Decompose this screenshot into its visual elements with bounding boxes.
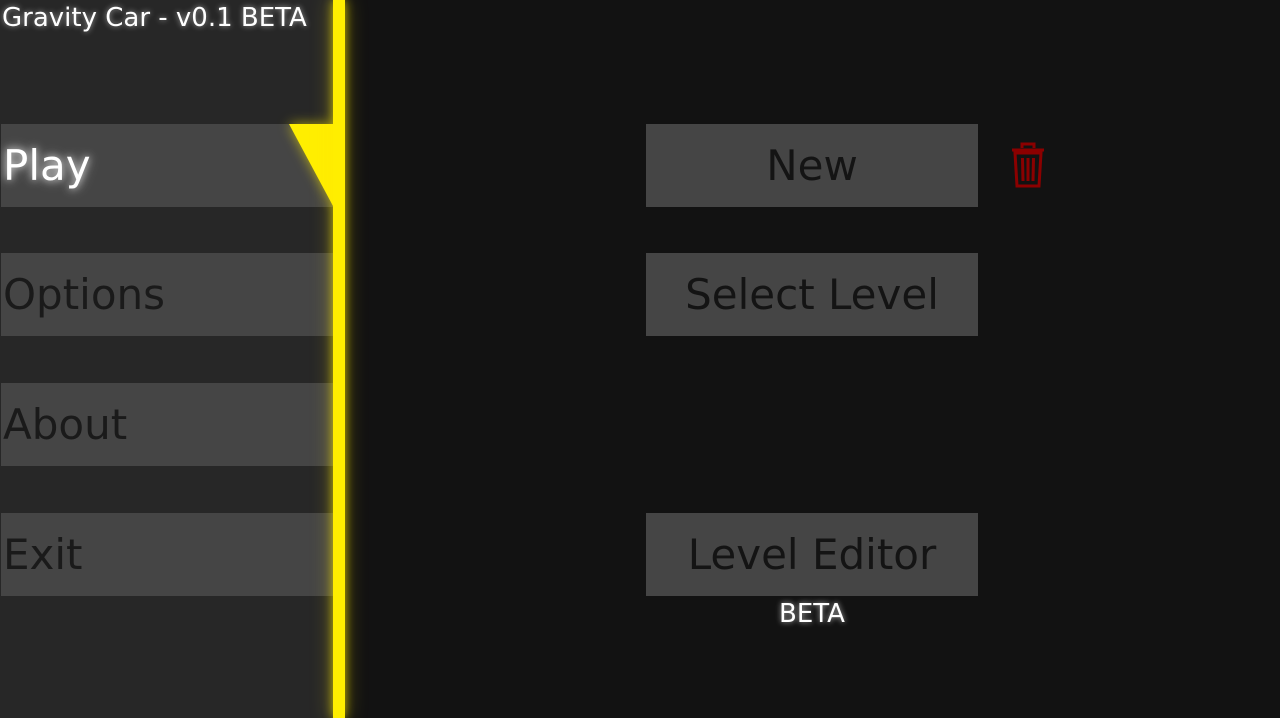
new-game-button[interactable]: New: [646, 124, 978, 207]
menu-about-button[interactable]: About: [1, 383, 333, 466]
menu-play-label: Play: [3, 141, 91, 190]
active-menu-pointer: [289, 124, 333, 206]
menu-options-label: Options: [3, 270, 166, 319]
menu-about-label: About: [3, 400, 128, 449]
main-menu-sidebar: Gravity Car - v0.1 BETA Play Options Abo…: [0, 0, 333, 718]
game-screen: Gravity Car - v0.1 BETA Play Options Abo…: [0, 0, 1280, 718]
menu-play-button[interactable]: Play: [1, 124, 333, 207]
accent-divider: [333, 0, 345, 718]
menu-options-button[interactable]: Options: [1, 253, 333, 336]
trash-icon[interactable]: [1008, 142, 1048, 188]
game-title: Gravity Car - v0.1 BETA: [2, 3, 307, 33]
select-level-button[interactable]: Select Level: [646, 253, 978, 336]
menu-exit-label: Exit: [3, 530, 83, 579]
level-editor-beta-badge: BETA: [779, 599, 845, 629]
level-editor-button[interactable]: Level Editor: [646, 513, 978, 596]
menu-exit-button[interactable]: Exit: [1, 513, 333, 596]
